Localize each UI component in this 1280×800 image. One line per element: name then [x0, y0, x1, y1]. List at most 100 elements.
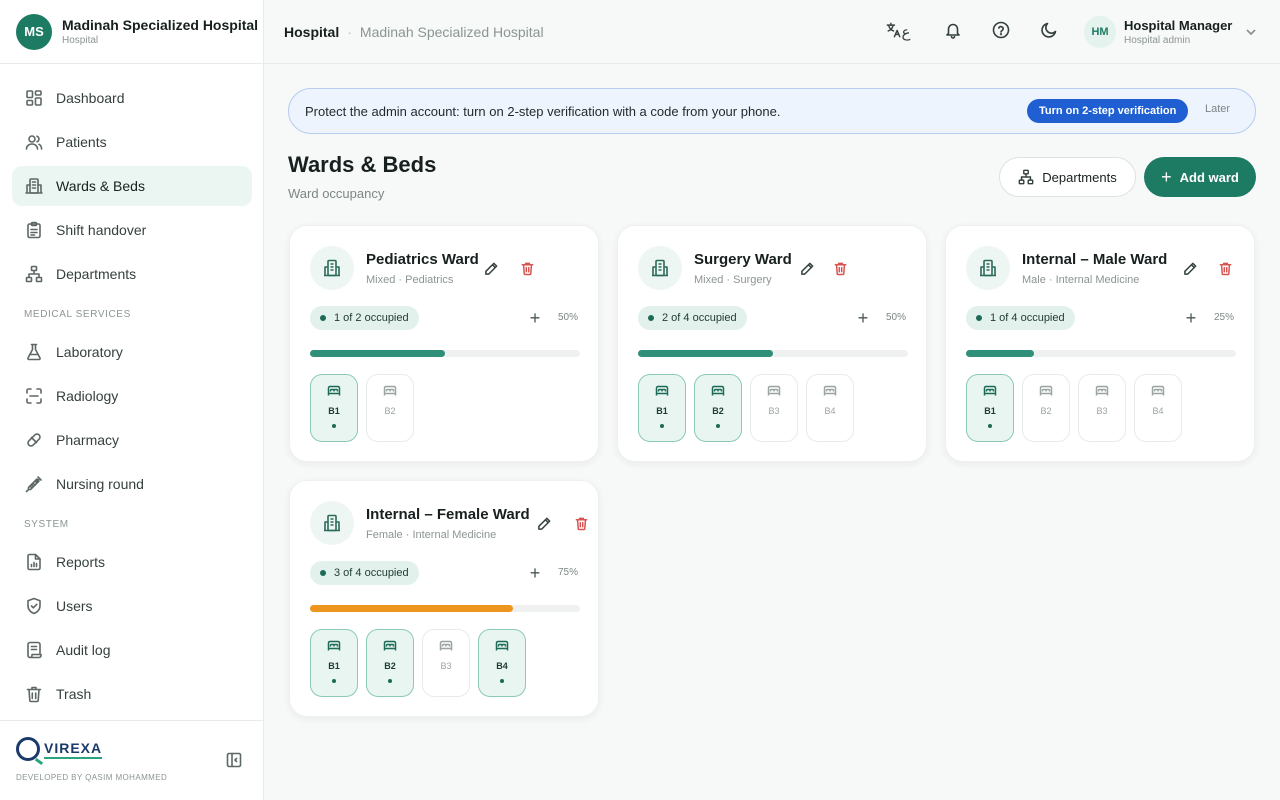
delete-icon[interactable]	[831, 259, 849, 277]
sidebar-item-wards-beds[interactable]: Wards & Beds	[12, 166, 252, 206]
edit-icon[interactable]	[535, 514, 553, 532]
bed-tile[interactable]: B4	[478, 629, 526, 697]
translate-icon	[886, 22, 902, 43]
theme-toggle-button[interactable]	[1037, 20, 1061, 44]
status-dot	[648, 315, 654, 321]
bell-icon	[944, 21, 962, 44]
occupancy-bar	[638, 350, 908, 357]
occupancy-percent: 75%	[557, 567, 578, 578]
breadcrumb-separator: ·	[347, 24, 352, 40]
dashboard-icon	[24, 88, 44, 108]
bed-tile[interactable]: B2	[694, 374, 742, 442]
ward-card[interactable]: Pediatrics Ward Mixed · Pediatrics 1 of …	[289, 225, 599, 462]
delete-icon[interactable]	[518, 259, 536, 277]
ward-card[interactable]: Internal – Female Ward Female · Internal…	[289, 480, 599, 717]
bed-tile[interactable]: B3	[422, 629, 470, 697]
language-toggle-button[interactable]: ع	[880, 20, 916, 44]
add-bed-button[interactable]: +	[527, 307, 543, 329]
bed-icon	[495, 639, 509, 657]
sidebar-item-label: Reports	[56, 554, 106, 570]
sidebar-item-audit-log[interactable]: Audit log	[12, 630, 252, 670]
occupancy-badge: 1 of 4 occupied	[966, 306, 1075, 330]
occupancy-percent: 50%	[885, 312, 906, 323]
bed-list: B1 B2 B3 B4	[310, 629, 534, 697]
sidebar-item-shift-handover[interactable]: Shift handover	[12, 210, 252, 250]
bed-tile[interactable]: B3	[1078, 374, 1126, 442]
sidebar-item-label: Laboratory	[56, 344, 123, 360]
ward-card[interactable]: Internal – Male Ward Male · Internal Med…	[945, 225, 1255, 462]
departments-button-label: Departments	[1042, 169, 1117, 185]
bed-label: B2	[384, 661, 396, 671]
sidebar-item-users[interactable]: Users	[12, 586, 252, 626]
sidebar-item-reports[interactable]: Reports	[12, 542, 252, 582]
sidebar-item-trash[interactable]: Trash	[12, 674, 252, 714]
clipboard-icon	[24, 220, 44, 240]
flask-icon	[24, 342, 44, 362]
add-bed-button[interactable]: +	[1183, 307, 1199, 329]
banner-later-link[interactable]: Later	[1205, 103, 1230, 115]
sidebar-item-nursing-round[interactable]: Nursing round	[12, 464, 252, 504]
sidebar-item-label: Users	[56, 598, 93, 614]
occupied-dot	[388, 679, 392, 683]
ward-meta: Male · Internal Medicine	[1022, 274, 1140, 286]
bed-icon	[327, 384, 341, 402]
bed-icon	[767, 384, 781, 402]
breadcrumb-root[interactable]: Hospital	[284, 24, 339, 40]
ward-name: Surgery Ward	[694, 251, 792, 268]
occupancy-bar-fill	[310, 350, 445, 357]
bed-tile[interactable]: B4	[806, 374, 854, 442]
help-button[interactable]	[989, 20, 1013, 44]
scan-icon	[24, 386, 44, 406]
topbar: Hospital · Madinah Specialized Hospital …	[264, 0, 1280, 64]
sidebar-item-patients[interactable]: Patients	[12, 122, 252, 162]
report-icon	[24, 552, 44, 572]
delete-icon[interactable]	[572, 514, 590, 532]
sidebar-item-label: Trash	[56, 686, 92, 702]
ward-card[interactable]: Surgery Ward Mixed · Surgery 2 of 4 occu…	[617, 225, 927, 462]
bed-tile[interactable]: B1	[310, 629, 358, 697]
add-bed-button[interactable]: +	[527, 562, 543, 584]
user-menu[interactable]: HM Hospital Manager Hospital admin	[1084, 16, 1258, 48]
bed-tile[interactable]: B2	[366, 374, 414, 442]
add-ward-button[interactable]: + Add ward	[1144, 157, 1256, 197]
bed-tile[interactable]: B2	[1022, 374, 1070, 442]
occupied-dot	[500, 679, 504, 683]
occupancy-text: 1 of 2 occupied	[334, 312, 409, 324]
delete-icon[interactable]	[1216, 259, 1234, 277]
sidebar-item-laboratory[interactable]: Laboratory	[12, 332, 252, 372]
edit-icon[interactable]	[482, 259, 500, 277]
bed-tile[interactable]: B1	[310, 374, 358, 442]
notifications-button[interactable]	[941, 20, 965, 44]
pill-icon	[24, 430, 44, 450]
edit-icon[interactable]	[798, 259, 816, 277]
enable-2fa-button[interactable]: Turn on 2-step verification	[1027, 99, 1189, 123]
page-title: Wards & Beds	[288, 152, 437, 177]
user-name: Hospital Manager	[1124, 18, 1233, 33]
banner-text: Protect the admin account: turn on 2-ste…	[305, 103, 781, 119]
bed-icon	[1095, 384, 1109, 402]
add-ward-button-label: Add ward	[1179, 169, 1239, 185]
bed-tile[interactable]: B4	[1134, 374, 1182, 442]
collapse-sidebar-icon[interactable]	[226, 752, 244, 770]
sidebar-item-dashboard[interactable]: Dashboard	[12, 78, 252, 118]
sidebar-item-label: Patients	[56, 134, 107, 150]
occupancy-bar-fill	[310, 605, 513, 612]
bed-tile[interactable]: B2	[366, 629, 414, 697]
edit-icon[interactable]	[1181, 259, 1199, 277]
departments-button[interactable]: Departments	[999, 157, 1136, 197]
sidebar-item-pharmacy[interactable]: Pharmacy	[12, 420, 252, 460]
bed-label: B4	[824, 406, 836, 416]
bed-list: B1 B2	[310, 374, 422, 442]
section-medical-services: MEDICAL SERVICES	[24, 308, 131, 320]
user-role: Hospital admin	[1124, 35, 1191, 46]
sidebar-item-label: Dashboard	[56, 90, 125, 106]
bed-tile[interactable]: B1	[966, 374, 1014, 442]
bed-tile[interactable]: B3	[750, 374, 798, 442]
brand-avatar: MS	[16, 13, 52, 50]
add-bed-button[interactable]: +	[855, 307, 871, 329]
bed-tile[interactable]: B1	[638, 374, 686, 442]
sidebar-item-departments[interactable]: Departments	[12, 254, 252, 294]
ward-meta: Mixed · Pediatrics	[366, 274, 454, 286]
sidebar-item-radiology[interactable]: Radiology	[12, 376, 252, 416]
bed-icon	[383, 639, 397, 657]
